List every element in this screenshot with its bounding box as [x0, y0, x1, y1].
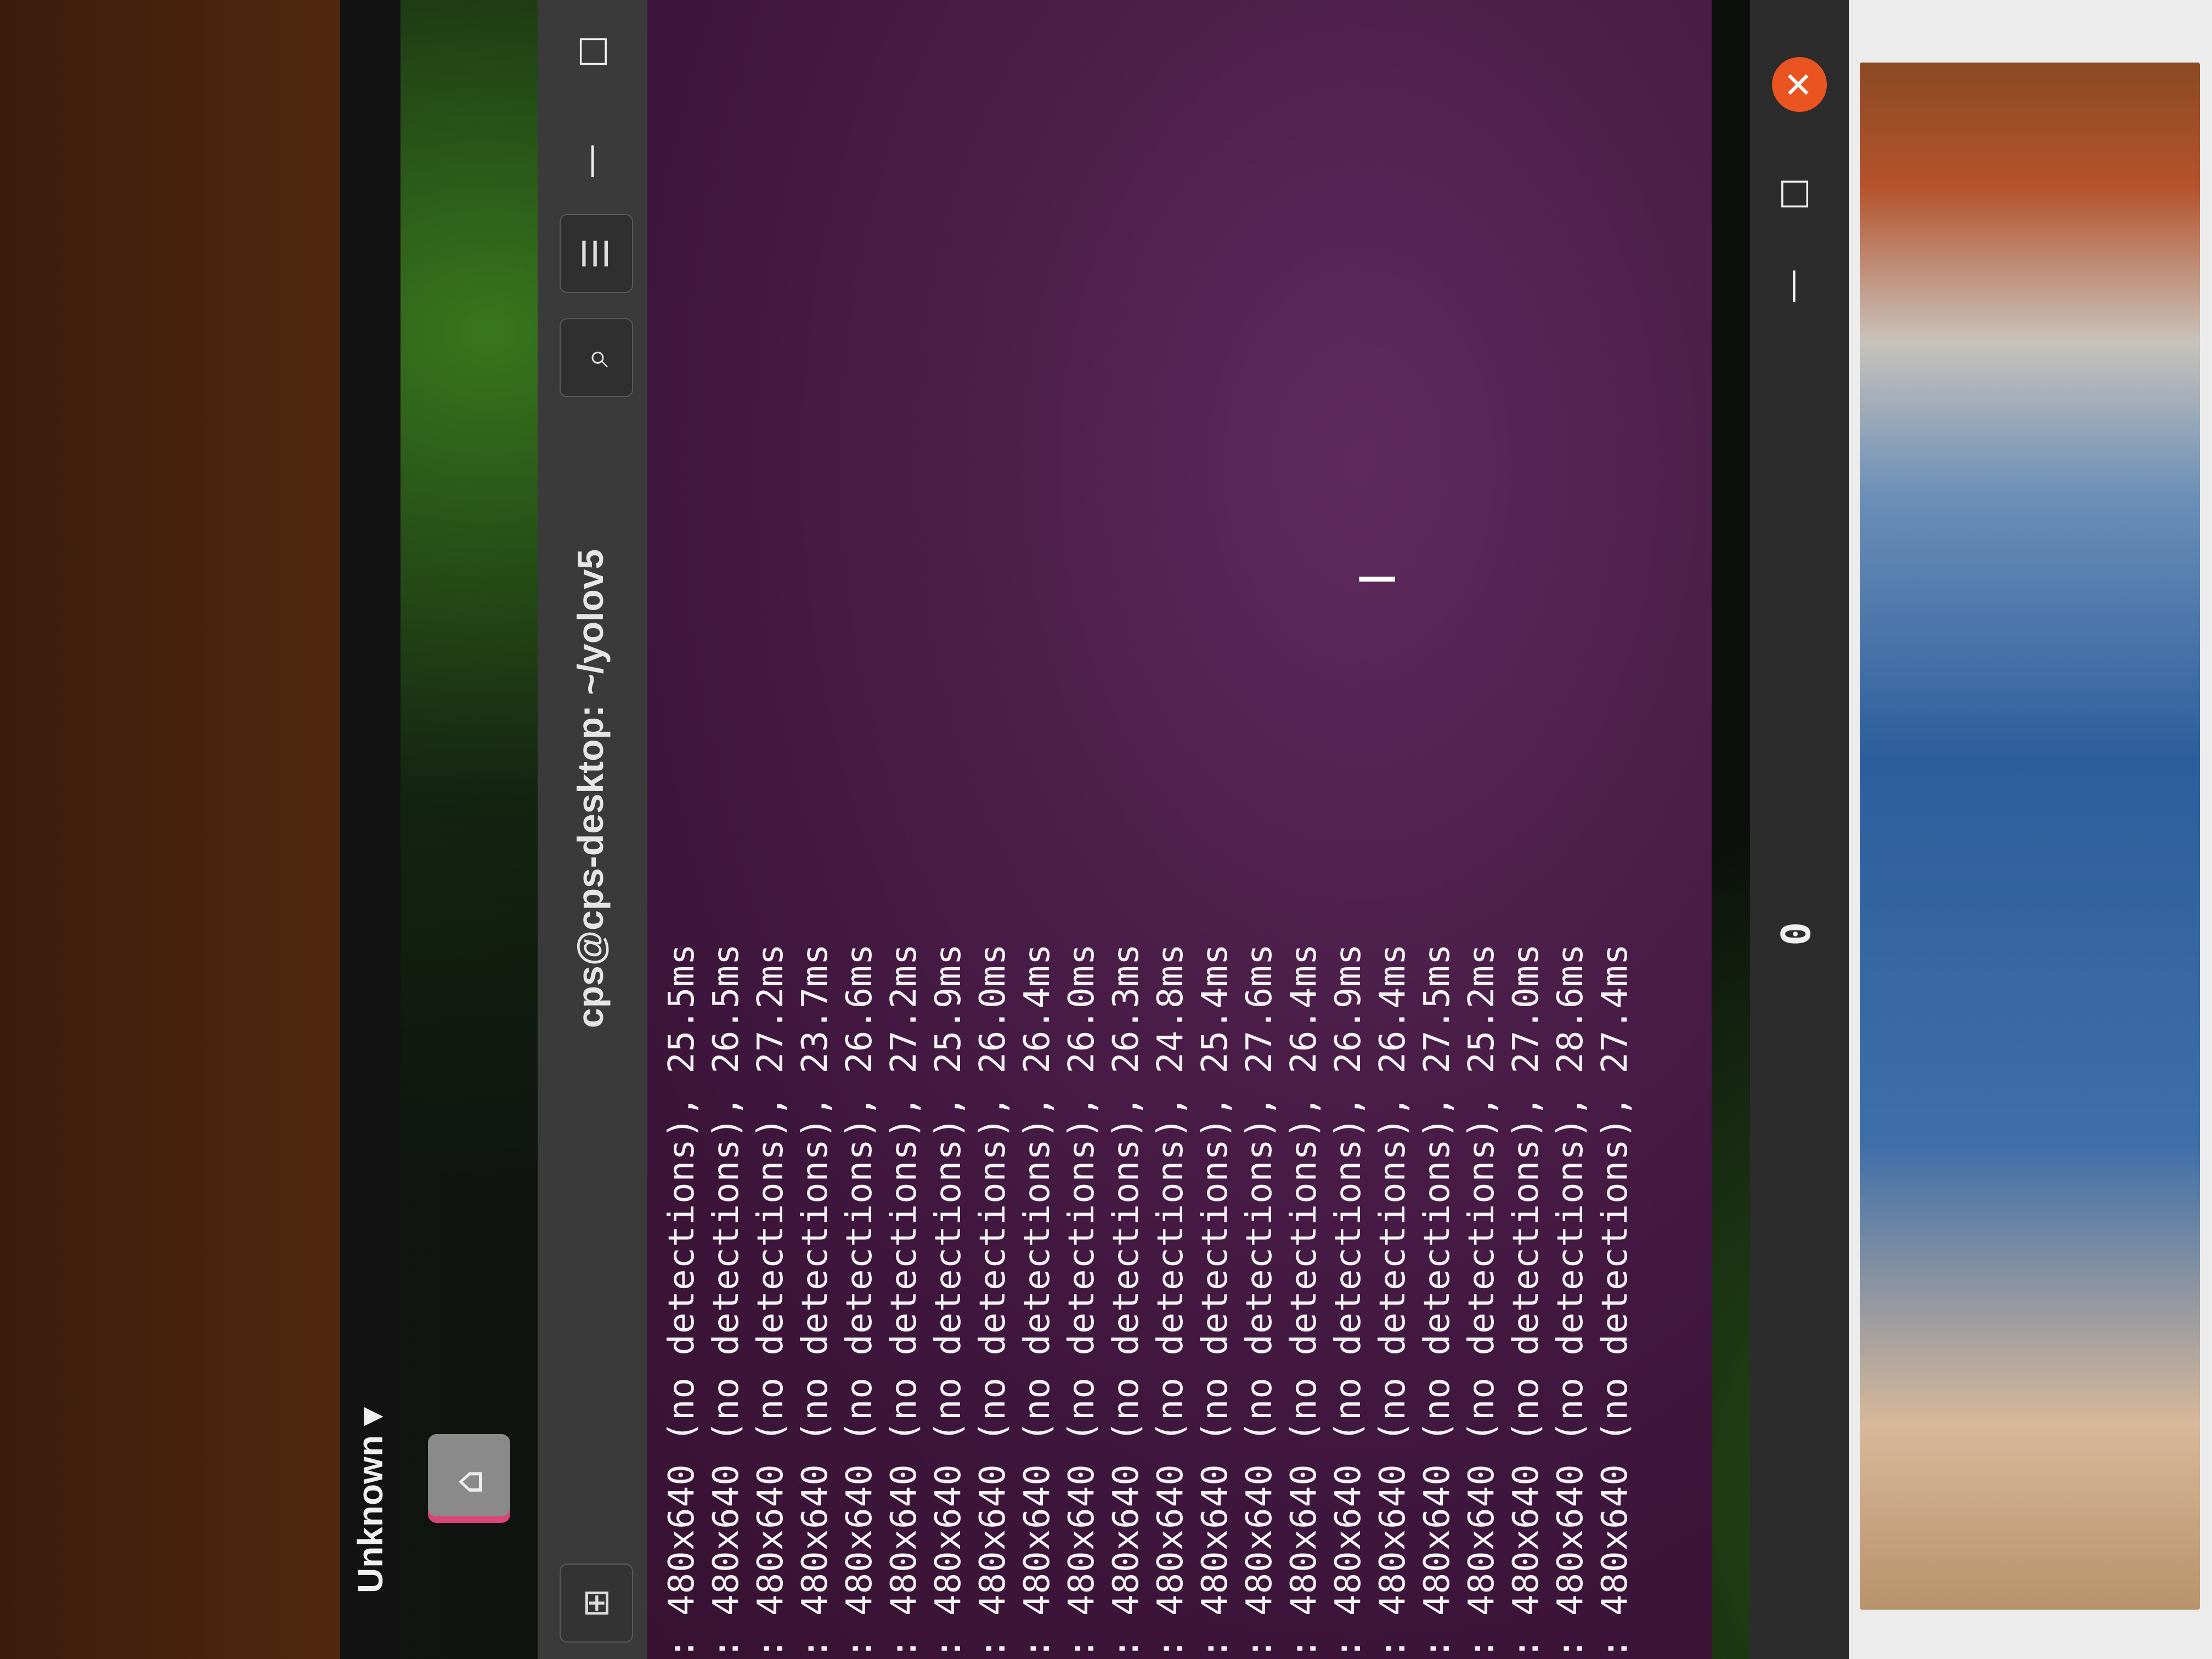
terminal-output[interactable]: : 480x640 (no detections), 25.5ms : 480x…	[650, 0, 1712, 1659]
terminal-line: : 480x640 (no detections), 25.5ms	[662, 943, 702, 1659]
terminal-window[interactable]: ⊞ cps@cps-desktop: ~/yolov5 ⌕ ☰ — □ : 48…	[538, 0, 1712, 1659]
maximize-button[interactable]: □	[1772, 178, 1813, 211]
terminal-line: : 480x640 (no detections), 26.0ms	[973, 943, 1013, 1659]
terminal-line: : 480x640 (no detections), 27.4ms	[1595, 943, 1635, 1659]
maximize-button[interactable]: □	[571, 30, 611, 74]
terminal-line: : 480x640 (no detections), 27.6ms	[1239, 943, 1280, 1659]
terminal-line: : 480x640 (no detections), 26.0ms	[1062, 943, 1102, 1659]
viewer-title: 0	[1773, 922, 1819, 946]
terminal-line: : 480x640 (no detections), 26.3ms	[1106, 943, 1147, 1659]
viewer-header-bar: 0 — □ ✕	[1750, 0, 1849, 1659]
home-icon-glyph: ⌂	[445, 1469, 492, 1494]
terminal-line: : 480x640 (no detections), 26.4ms	[1284, 943, 1324, 1659]
camera-frame-image	[1860, 63, 2200, 1610]
minimize-button[interactable]: —	[1772, 269, 1813, 304]
terminal-header-bar: ⊞ cps@cps-desktop: ~/yolov5 ⌕ ☰ — □	[538, 0, 647, 1659]
terminal-line: : 480x640 (no detections), 27.5ms	[1417, 943, 1458, 1659]
terminal-title: cps@cps-desktop: ~/yolov5	[570, 549, 611, 1028]
terminal-line: : 480x640 (no detections), 24.8ms	[1150, 943, 1191, 1659]
monitor-screen: Unknown ▾ ⌂ ⊞ cps@cps-desktop: ~/yolov5 …	[340, 0, 2212, 1659]
search-icon[interactable]: ⌕	[560, 318, 633, 397]
terminal-line: : 480x640 (no detections), 23.7ms	[795, 943, 836, 1659]
terminal-line: : 480x640 (no detections), 26.5ms	[706, 943, 747, 1659]
top-bar: Unknown ▾	[340, 0, 400, 1659]
minimize-button[interactable]: —	[571, 139, 611, 183]
close-icon[interactable]: ✕	[1772, 57, 1827, 112]
terminal-line: : 480x640 (no detections), 26.4ms	[1017, 943, 1058, 1659]
text-cursor-icon: I	[1350, 572, 1407, 586]
terminal-line: : 480x640 (no detections), 27.2ms	[751, 943, 791, 1659]
terminal-line: : 480x640 (no detections), 27.2ms	[884, 943, 924, 1659]
terminal-line: : 480x640 (no detections), 26.4ms	[1373, 943, 1413, 1659]
terminal-line: : 480x640 (no detections), 25.9ms	[928, 943, 969, 1659]
image-viewer-window[interactable]: 0 — □ ✕	[1750, 0, 2212, 1659]
terminal-line: : 480x640 (no detections), 26.9ms	[1328, 943, 1369, 1659]
terminal-line: : 480x640 (no detections), 25.4ms	[1195, 943, 1235, 1659]
terminal-line: : 480x640 (no detections), 26.6ms	[839, 943, 880, 1659]
terminal-line: : 480x640 (no detections), 28.6ms	[1550, 943, 1591, 1659]
terminal-line: : 480x640 (no detections), 25.2ms	[1462, 943, 1502, 1659]
home-folder-icon[interactable]: ⌂	[428, 1434, 510, 1516]
top-bar-menu[interactable]: Unknown ▾	[350, 1408, 391, 1593]
hamburger-menu-icon[interactable]: ☰	[560, 214, 633, 293]
terminal-line: : 480x640 (no detections), 27.0ms	[1506, 943, 1547, 1659]
new-tab-button[interactable]: ⊞	[560, 1564, 633, 1643]
